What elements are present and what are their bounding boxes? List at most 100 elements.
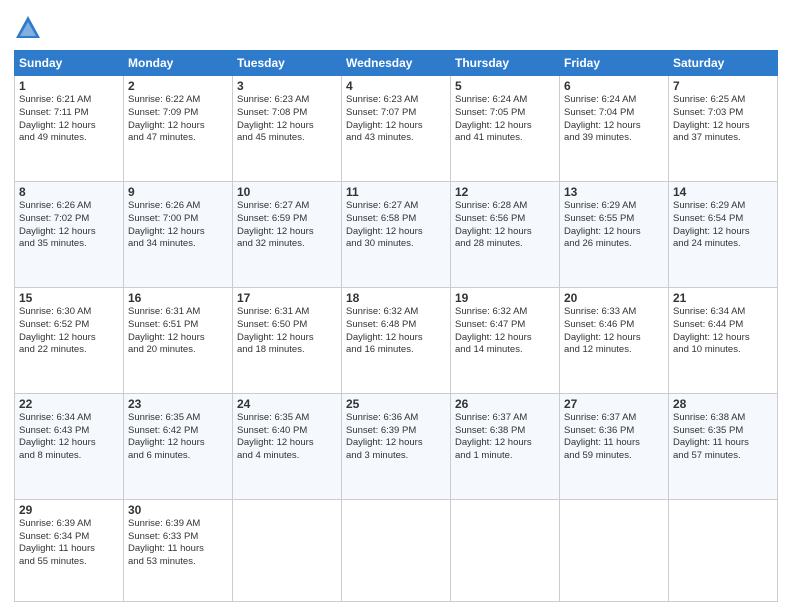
- cell-line: Sunset: 6:44 PM: [673, 319, 773, 332]
- cell-line: and 18 minutes.: [237, 344, 337, 357]
- cell-line: Daylight: 12 hours: [128, 120, 228, 133]
- page: SundayMondayTuesdayWednesdayThursdayFrid…: [0, 0, 792, 612]
- cell-line: Sunset: 6:59 PM: [237, 213, 337, 226]
- cell-line: Sunset: 6:34 PM: [19, 531, 119, 544]
- cell-line: Sunrise: 6:31 AM: [128, 306, 228, 319]
- header: [14, 10, 778, 42]
- cell-line: Daylight: 12 hours: [673, 120, 773, 133]
- cell-line: Sunset: 6:43 PM: [19, 425, 119, 438]
- calendar-cell: 9Sunrise: 6:26 AMSunset: 7:00 PMDaylight…: [124, 181, 233, 287]
- col-header-saturday: Saturday: [669, 51, 778, 76]
- cell-line: Sunset: 6:47 PM: [455, 319, 555, 332]
- cell-line: Sunrise: 6:24 AM: [564, 94, 664, 107]
- cell-line: Sunrise: 6:34 AM: [19, 412, 119, 425]
- day-number: 23: [128, 397, 228, 411]
- cell-line: and 49 minutes.: [19, 132, 119, 145]
- calendar-cell: 23Sunrise: 6:35 AMSunset: 6:42 PMDayligh…: [124, 393, 233, 499]
- cell-line: and 55 minutes.: [19, 556, 119, 569]
- calendar-cell: 17Sunrise: 6:31 AMSunset: 6:50 PMDayligh…: [233, 287, 342, 393]
- day-number: 29: [19, 503, 119, 517]
- day-number: 27: [564, 397, 664, 411]
- cell-line: and 14 minutes.: [455, 344, 555, 357]
- cell-line: and 1 minute.: [455, 450, 555, 463]
- calendar-cell: 7Sunrise: 6:25 AMSunset: 7:03 PMDaylight…: [669, 76, 778, 182]
- day-number: 26: [455, 397, 555, 411]
- calendar-cell: 26Sunrise: 6:37 AMSunset: 6:38 PMDayligh…: [451, 393, 560, 499]
- cell-line: Sunset: 6:33 PM: [128, 531, 228, 544]
- cell-line: Sunset: 7:05 PM: [455, 107, 555, 120]
- cell-line: Daylight: 12 hours: [237, 120, 337, 133]
- day-number: 25: [346, 397, 446, 411]
- calendar-cell: [342, 499, 451, 601]
- cell-line: and 26 minutes.: [564, 238, 664, 251]
- cell-line: Daylight: 12 hours: [455, 437, 555, 450]
- day-number: 1: [19, 79, 119, 93]
- cell-line: Sunset: 6:52 PM: [19, 319, 119, 332]
- cell-line: Sunset: 6:38 PM: [455, 425, 555, 438]
- day-number: 8: [19, 185, 119, 199]
- day-number: 18: [346, 291, 446, 305]
- col-header-friday: Friday: [560, 51, 669, 76]
- logo: [14, 14, 46, 42]
- day-number: 13: [564, 185, 664, 199]
- day-number: 17: [237, 291, 337, 305]
- day-number: 24: [237, 397, 337, 411]
- week-row-5: 29Sunrise: 6:39 AMSunset: 6:34 PMDayligh…: [15, 499, 778, 601]
- cell-line: and 20 minutes.: [128, 344, 228, 357]
- cell-line: and 30 minutes.: [346, 238, 446, 251]
- cell-line: Daylight: 12 hours: [673, 332, 773, 345]
- cell-line: and 45 minutes.: [237, 132, 337, 145]
- calendar-cell: 25Sunrise: 6:36 AMSunset: 6:39 PMDayligh…: [342, 393, 451, 499]
- cell-line: Daylight: 12 hours: [455, 120, 555, 133]
- cell-line: Sunrise: 6:34 AM: [673, 306, 773, 319]
- cell-line: Sunrise: 6:35 AM: [237, 412, 337, 425]
- cell-line: Sunset: 6:58 PM: [346, 213, 446, 226]
- cell-line: Daylight: 12 hours: [237, 226, 337, 239]
- cell-line: and 57 minutes.: [673, 450, 773, 463]
- day-number: 11: [346, 185, 446, 199]
- cell-line: Sunset: 7:08 PM: [237, 107, 337, 120]
- day-number: 4: [346, 79, 446, 93]
- cell-line: Sunrise: 6:38 AM: [673, 412, 773, 425]
- cell-line: and 6 minutes.: [128, 450, 228, 463]
- cell-line: Sunrise: 6:24 AM: [455, 94, 555, 107]
- calendar-cell: [560, 499, 669, 601]
- calendar-cell: 22Sunrise: 6:34 AMSunset: 6:43 PMDayligh…: [15, 393, 124, 499]
- col-header-sunday: Sunday: [15, 51, 124, 76]
- cell-line: Sunset: 6:46 PM: [564, 319, 664, 332]
- day-number: 15: [19, 291, 119, 305]
- day-number: 30: [128, 503, 228, 517]
- cell-line: Sunrise: 6:22 AM: [128, 94, 228, 107]
- day-number: 5: [455, 79, 555, 93]
- cell-line: and 32 minutes.: [237, 238, 337, 251]
- day-number: 6: [564, 79, 664, 93]
- week-row-3: 15Sunrise: 6:30 AMSunset: 6:52 PMDayligh…: [15, 287, 778, 393]
- cell-line: Sunrise: 6:39 AM: [19, 518, 119, 531]
- cell-line: and 3 minutes.: [346, 450, 446, 463]
- cell-line: Sunrise: 6:27 AM: [237, 200, 337, 213]
- calendar-cell: 18Sunrise: 6:32 AMSunset: 6:48 PMDayligh…: [342, 287, 451, 393]
- day-number: 19: [455, 291, 555, 305]
- week-row-1: 1Sunrise: 6:21 AMSunset: 7:11 PMDaylight…: [15, 76, 778, 182]
- cell-line: Daylight: 11 hours: [673, 437, 773, 450]
- day-number: 9: [128, 185, 228, 199]
- calendar-cell: 15Sunrise: 6:30 AMSunset: 6:52 PMDayligh…: [15, 287, 124, 393]
- cell-line: Sunrise: 6:32 AM: [455, 306, 555, 319]
- cell-line: Sunset: 6:56 PM: [455, 213, 555, 226]
- calendar-cell: 19Sunrise: 6:32 AMSunset: 6:47 PMDayligh…: [451, 287, 560, 393]
- day-number: 2: [128, 79, 228, 93]
- cell-line: and 22 minutes.: [19, 344, 119, 357]
- cell-line: Sunrise: 6:37 AM: [455, 412, 555, 425]
- day-number: 28: [673, 397, 773, 411]
- calendar-cell: 21Sunrise: 6:34 AMSunset: 6:44 PMDayligh…: [669, 287, 778, 393]
- cell-line: Daylight: 12 hours: [19, 120, 119, 133]
- cell-line: Sunrise: 6:23 AM: [346, 94, 446, 107]
- calendar-cell: 20Sunrise: 6:33 AMSunset: 6:46 PMDayligh…: [560, 287, 669, 393]
- calendar-cell: 10Sunrise: 6:27 AMSunset: 6:59 PMDayligh…: [233, 181, 342, 287]
- cell-line: Daylight: 11 hours: [19, 543, 119, 556]
- calendar-cell: 29Sunrise: 6:39 AMSunset: 6:34 PMDayligh…: [15, 499, 124, 601]
- cell-line: Sunset: 6:54 PM: [673, 213, 773, 226]
- cell-line: Daylight: 12 hours: [455, 226, 555, 239]
- cell-line: Daylight: 12 hours: [19, 332, 119, 345]
- cell-line: Sunrise: 6:23 AM: [237, 94, 337, 107]
